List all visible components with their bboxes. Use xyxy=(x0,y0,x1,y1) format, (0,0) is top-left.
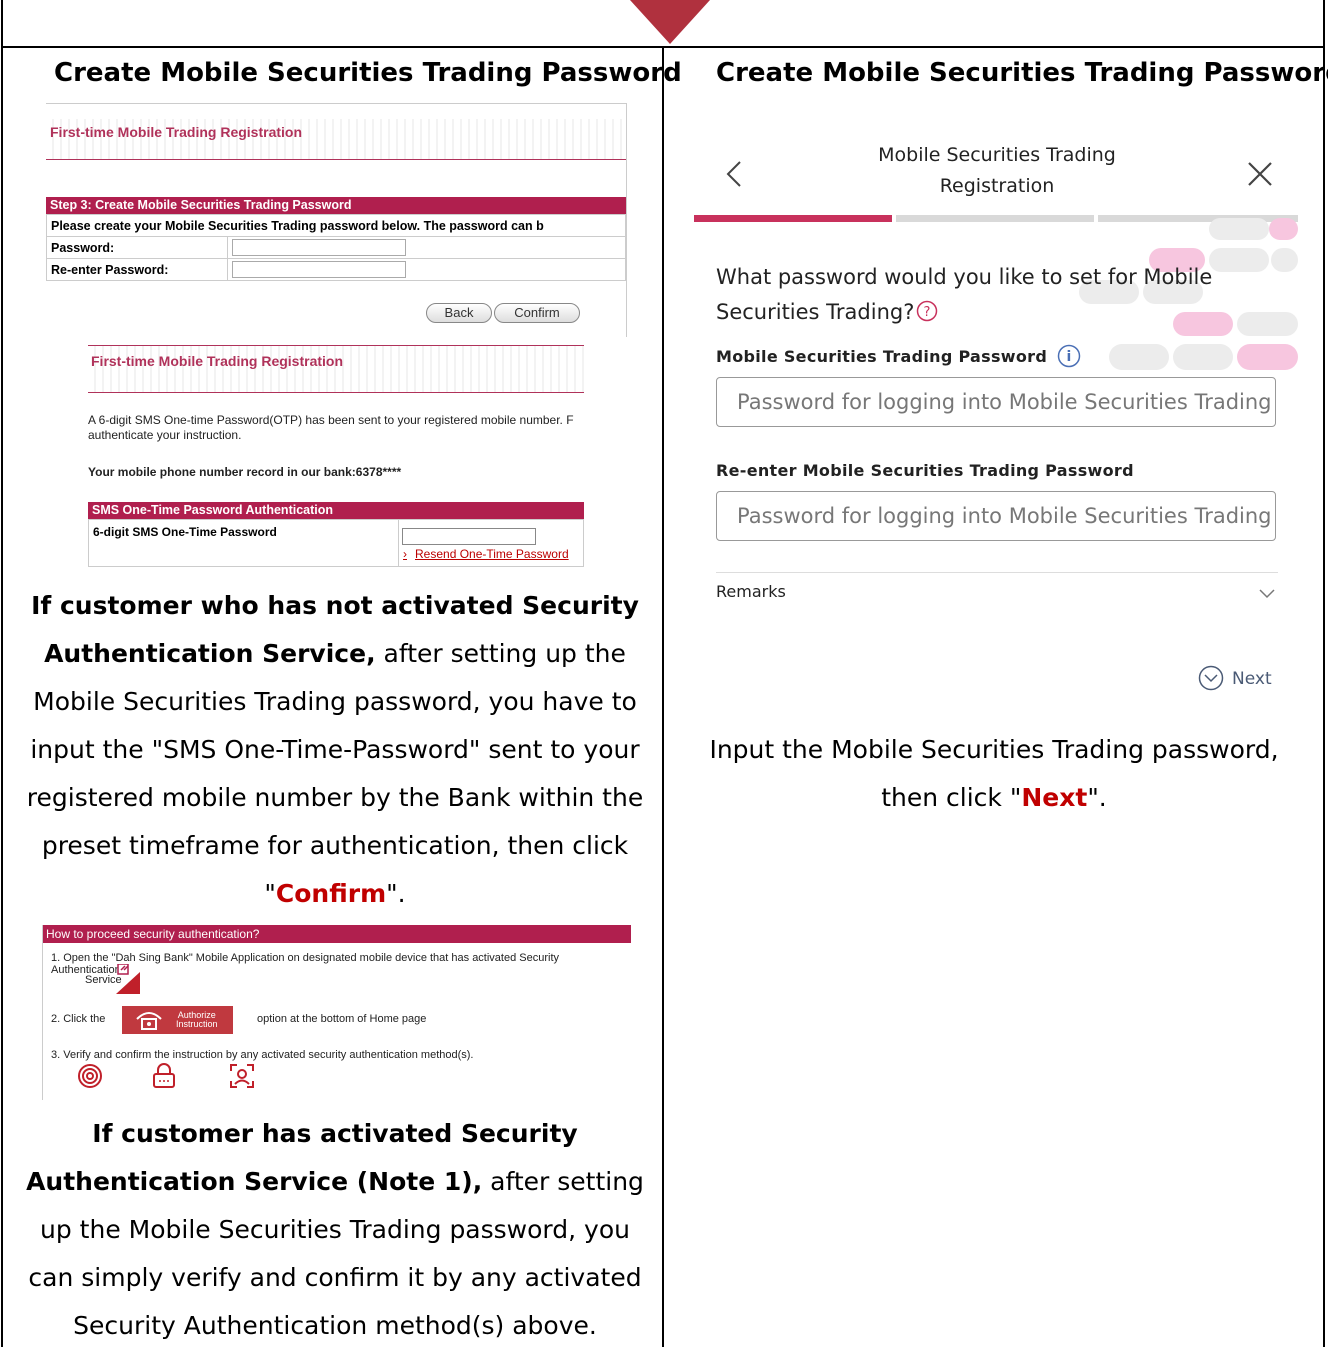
authorize-instruction-label: Authorize Instruction xyxy=(176,1011,218,1029)
confirm-highlight: Confirm xyxy=(275,879,387,908)
otp-row-separator xyxy=(398,520,399,566)
mobile-nav-title: Mobile Securities Trading Registration xyxy=(878,144,1116,197)
mobile-password-label-text: Mobile Securities Trading Password xyxy=(716,347,1048,366)
password-question-text: What password would you like to set for … xyxy=(716,265,1213,324)
otp-label: 6-digit SMS One-Time Password xyxy=(93,525,277,539)
password-label: Password: xyxy=(46,236,228,259)
mobile-password-label: Mobile Securities Trading Password i xyxy=(716,344,1081,368)
password-question: What password would you like to set for … xyxy=(716,260,1216,330)
left-column-title: Create Mobile Securities Trading Passwor… xyxy=(54,58,682,88)
otp-registration-header-text: First-time Mobile Trading Registration xyxy=(91,353,344,369)
back-button[interactable]: Back xyxy=(426,303,492,323)
svg-text:?: ? xyxy=(924,305,931,320)
security-auth-screenshot: How to proceed security authentication? … xyxy=(42,925,631,1100)
phone-record: Your mobile phone number record in our b… xyxy=(88,465,402,479)
right-paragraph-text: Input the Mobile Securities Trading pass… xyxy=(709,735,1279,812)
remarks-divider xyxy=(716,572,1278,573)
password-input[interactable] xyxy=(232,239,406,256)
face-id-icon xyxy=(230,1064,254,1088)
svg-text:i: i xyxy=(1067,349,1072,365)
fingerprint-icon xyxy=(78,1064,102,1088)
left-paragraph-1: If customer who has not activated Securi… xyxy=(20,582,650,918)
mobile-password-input[interactable]: Password for logging into Mobile Securit… xyxy=(716,377,1276,427)
next-circle-chevron-icon xyxy=(1198,665,1224,691)
otp-message: A 6-digit SMS One-time Password(OTP) has… xyxy=(88,413,584,443)
progress-step-1 xyxy=(694,215,892,222)
left-paragraph-1-text: after setting up the Mobile Securities T… xyxy=(26,639,644,908)
registration-header: First-time Mobile Trading Registration xyxy=(46,119,626,160)
instruction-text: Please create your Mobile Securities Tra… xyxy=(46,214,626,237)
right-paragraph: Input the Mobile Securities Trading pass… xyxy=(684,726,1304,822)
password-form-table: Please create your Mobile Securities Tra… xyxy=(46,214,626,281)
otp-registration-header: First-time Mobile Trading Registration xyxy=(88,345,584,393)
right-column-title: Create Mobile Securities Trading Passwor… xyxy=(716,58,1328,88)
otp-message-line2: authenticate your instruction. xyxy=(88,428,242,442)
resend-chevron-icon: › xyxy=(403,547,407,561)
mobile-reenter-input[interactable]: Password for logging into Mobile Securit… xyxy=(716,491,1276,541)
resend-otp-text: Resend One-Time Password xyxy=(415,547,569,561)
registration-header-text: First-time Mobile Trading Registration xyxy=(50,124,303,140)
remarks-toggle[interactable]: Remarks xyxy=(716,582,786,601)
column-divider xyxy=(662,48,664,1347)
close-icon[interactable] xyxy=(1246,160,1274,188)
otp-input[interactable] xyxy=(402,528,536,545)
otp-row: 6-digit SMS One-Time Password › Resend On… xyxy=(88,519,584,567)
down-arrow-icon xyxy=(630,0,710,44)
authorize-instruction-button: Authorize Instruction xyxy=(122,1006,233,1034)
authorize-lock-icon xyxy=(136,1012,162,1030)
passcode-lock-icon xyxy=(153,1063,175,1088)
info-icon[interactable]: i xyxy=(1057,344,1081,368)
auth-step-2-pre: 2. Click the xyxy=(51,1013,106,1025)
mobile-registration-screen: Mobile Securities Trading Registration W… xyxy=(694,130,1298,700)
help-question-icon[interactable]: ? xyxy=(916,300,938,322)
confirm-button[interactable]: Confirm xyxy=(494,303,580,323)
auth-step-2-post: option at the bottom of Home page xyxy=(257,1013,427,1025)
reenter-password-input[interactable] xyxy=(232,261,406,278)
web-step3-screenshot: First-time Mobile Trading Registration S… xyxy=(46,103,627,337)
right-paragraph-end: ". xyxy=(1087,783,1107,812)
security-auth-header: How to proceed security authentication? xyxy=(43,925,631,943)
web-otp-screenshot: First-time Mobile Trading Registration A… xyxy=(88,345,584,567)
dah-sing-app-icon xyxy=(116,964,140,994)
progress-step-2 xyxy=(896,215,1094,222)
chevron-down-icon[interactable] xyxy=(1258,588,1276,600)
left-paragraph-2: If customer has activated Security Authe… xyxy=(20,1110,650,1350)
next-button[interactable]: Next xyxy=(1198,665,1272,691)
otp-section-header: SMS One-Time Password Authentication xyxy=(88,502,584,519)
step-title: Step 3: Create Mobile Securities Trading… xyxy=(46,197,626,214)
authorize-label-line2: Instruction xyxy=(176,1019,218,1029)
resend-otp-link[interactable]: › Resend One-Time Password xyxy=(403,547,569,561)
back-chevron-icon[interactable] xyxy=(724,160,746,188)
next-button-label: Next xyxy=(1232,669,1272,689)
left-paragraph-1-end: ". xyxy=(386,879,406,908)
mobile-reenter-label: Re-enter Mobile Securities Trading Passw… xyxy=(716,461,1134,480)
auth-step-3: 3. Verify and confirm the instruction by… xyxy=(51,1049,474,1061)
otp-message-line1: A 6-digit SMS One-time Password(OTP) has… xyxy=(88,413,574,427)
next-highlight: Next xyxy=(1021,783,1088,812)
reenter-password-label: Re-enter Password: xyxy=(46,258,228,281)
